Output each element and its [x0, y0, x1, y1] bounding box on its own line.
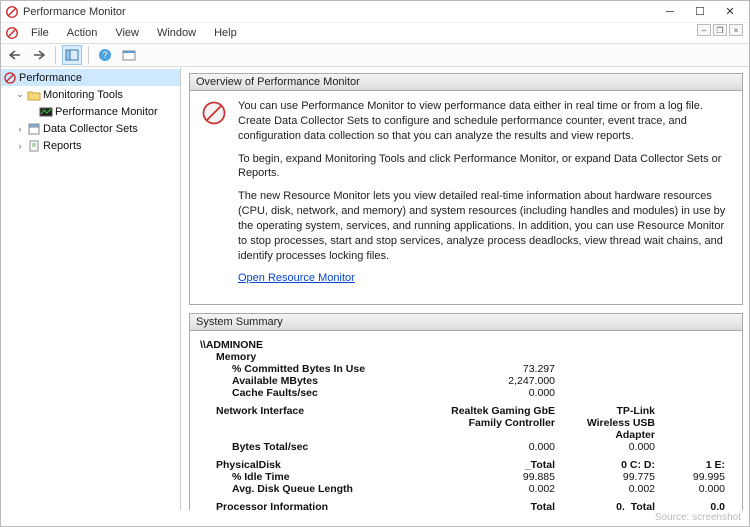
tree-label: Data Collector Sets: [43, 123, 138, 135]
maximize-button[interactable]: ☐: [685, 1, 715, 23]
menu-view[interactable]: View: [107, 25, 147, 41]
tree-data-collector-sets[interactable]: › Data Collector Sets: [1, 120, 180, 137]
monitor-icon: [39, 105, 53, 119]
tree-label: Reports: [43, 140, 82, 152]
expand-icon[interactable]: ›: [15, 141, 25, 151]
tree-label: Performance: [19, 72, 82, 84]
app-menu-icon: [5, 26, 19, 40]
committed-value: 73.297: [400, 363, 555, 375]
overview-icon: [200, 99, 228, 127]
toolbar-separator: [55, 46, 56, 64]
system-summary-body: \\ADMINONE Memory % Committed Bytes In U…: [190, 331, 742, 510]
tree-reports[interactable]: › Reports: [1, 137, 180, 154]
overview-panel: Overview of Performance Monitor You can …: [189, 73, 743, 305]
host-name: \\ADMINONE: [200, 339, 736, 351]
queue-v2: 0.002: [555, 483, 655, 495]
help-button[interactable]: ?: [95, 45, 115, 65]
available-value: 2,247.000: [400, 375, 555, 387]
queue-label: Avg. Disk Queue Length: [200, 483, 400, 495]
expand-icon[interactable]: ⌄: [15, 89, 25, 100]
show-hide-tree-button[interactable]: [62, 45, 82, 65]
back-button[interactable]: [5, 45, 25, 65]
bytes-label: Bytes Total/sec: [200, 441, 400, 453]
minimize-button[interactable]: ─: [655, 1, 685, 23]
committed-label: % Committed Bytes In Use: [200, 363, 400, 375]
menu-help[interactable]: Help: [206, 25, 245, 41]
disk-col1: _Total: [400, 459, 555, 471]
bytes-v1: 0.000: [400, 441, 555, 453]
expand-icon[interactable]: ›: [15, 124, 25, 134]
tree-root-performance[interactable]: Performance: [1, 69, 180, 86]
idle-label: % Idle Time: [200, 471, 400, 483]
idle-v3: 99.995: [655, 471, 725, 483]
window-title: Performance Monitor: [23, 6, 655, 18]
menu-window[interactable]: Window: [149, 25, 204, 41]
tree-label: Performance Monitor: [55, 106, 158, 118]
mdi-close-button[interactable]: ×: [729, 24, 743, 36]
overview-head: Overview of Performance Monitor: [190, 74, 742, 91]
net-col2: TP-Link Wireless USB Adapter: [555, 405, 655, 441]
net-label: Network Interface: [200, 405, 400, 441]
system-summary-head: System Summary: [190, 314, 742, 331]
available-label: Available MBytes: [200, 375, 400, 387]
queue-v3: 0.000: [655, 483, 725, 495]
overview-p2: To begin, expand Monitoring Tools and cl…: [238, 152, 732, 182]
cache-label: Cache Faults/sec: [200, 387, 400, 399]
overview-p1: You can use Performance Monitor to view …: [238, 99, 732, 144]
app-icon: [5, 5, 19, 19]
tree-label: Monitoring Tools: [43, 89, 123, 101]
toolbar: ?: [1, 43, 749, 67]
reports-icon: [27, 139, 41, 153]
menu-file[interactable]: File: [23, 25, 57, 41]
queue-v1: 0.002: [400, 483, 555, 495]
memory-label: Memory: [200, 351, 400, 363]
toolbar-separator: [88, 46, 89, 64]
collector-icon: [27, 122, 41, 136]
tree-monitoring-tools[interactable]: ⌄ Monitoring Tools: [1, 86, 180, 103]
net-col1: Realtek Gaming GbE Family Controller: [400, 405, 555, 441]
titlebar: Performance Monitor ─ ☐ ✕: [1, 1, 749, 23]
properties-button[interactable]: [119, 45, 139, 65]
menu-action[interactable]: Action: [59, 25, 106, 41]
bytes-v2: 0.000: [555, 441, 655, 453]
mdi-minimize-button[interactable]: –: [697, 24, 711, 36]
performance-icon: [3, 71, 17, 85]
tree-performance-monitor[interactable]: Performance Monitor: [1, 103, 180, 120]
nav-tree: Performance ⌄ Monitoring Tools Performan…: [1, 67, 181, 510]
overview-p3: The new Resource Monitor lets you view d…: [238, 189, 732, 263]
forward-button[interactable]: [29, 45, 49, 65]
idle-v2: 99.775: [555, 471, 655, 483]
content-area: Overview of Performance Monitor You can …: [181, 67, 749, 510]
footer-source: Source: screenshot: [1, 508, 749, 526]
cache-value: 0.000: [400, 387, 555, 399]
svg-text:?: ?: [102, 50, 107, 60]
disk-label: PhysicalDisk: [200, 459, 400, 471]
disk-col3: 1 E:: [655, 459, 725, 471]
menubar: File Action View Window Help: [1, 23, 749, 43]
close-button[interactable]: ✕: [715, 1, 745, 23]
folder-icon: [27, 88, 41, 102]
open-resource-monitor-link[interactable]: Open Resource Monitor: [238, 272, 355, 284]
disk-col2: 0 C: D:: [555, 459, 655, 471]
system-summary-panel: System Summary \\ADMINONE Memory % Commi…: [189, 313, 743, 510]
mdi-restore-button[interactable]: ❐: [713, 24, 727, 36]
idle-v1: 99.885: [400, 471, 555, 483]
